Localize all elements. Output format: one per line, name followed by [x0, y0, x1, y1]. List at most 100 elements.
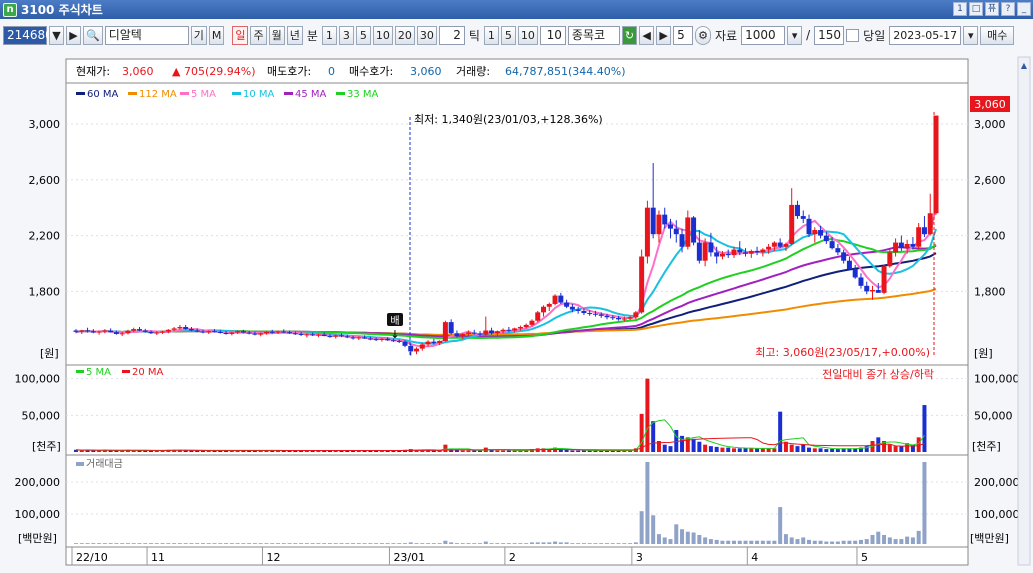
- help-icon[interactable]: ?: [1001, 2, 1015, 16]
- amt-bar-146: [916, 530, 921, 544]
- toolbar: 214680 ▼ ▶ 🔍 디알텍 기 M 일 주 월 년 분 1 3 5 10 …: [0, 22, 1033, 48]
- prev-arrow-icon[interactable]: ◀: [639, 25, 655, 45]
- tick-5[interactable]: 5: [500, 25, 516, 45]
- minute-30[interactable]: 30: [416, 25, 437, 45]
- period-week[interactable]: 주: [250, 25, 267, 45]
- amt-bar-17: [172, 543, 177, 544]
- step-input[interactable]: 5: [673, 25, 694, 45]
- period-day[interactable]: 일: [232, 25, 249, 45]
- amt-bar-4: [97, 543, 102, 544]
- minimize-icon[interactable]: _: [1017, 2, 1031, 16]
- tick-custom-input[interactable]: 10: [539, 25, 566, 45]
- vol-bar-74: [501, 450, 506, 452]
- amt-bar-48: [351, 543, 356, 544]
- amt-bar-39: [299, 543, 304, 544]
- minute-custom-input[interactable]: 2: [438, 25, 465, 45]
- vol-tick-right-0: 100,000: [974, 373, 1020, 386]
- amt-bar-145: [910, 537, 915, 544]
- minute-5[interactable]: 5: [355, 25, 371, 45]
- count-select[interactable]: 1000: [741, 25, 786, 45]
- candle-body-23: [206, 331, 212, 333]
- scrollbar[interactable]: [1017, 56, 1031, 566]
- restore-icon[interactable]: □: [969, 2, 983, 16]
- candle-body-84: [558, 295, 564, 303]
- vol-bar-120: [766, 448, 771, 452]
- app-icon: n: [3, 2, 17, 17]
- x-tick-label-0: 22/10: [76, 551, 108, 564]
- tick-10[interactable]: 10: [517, 25, 538, 45]
- badge-text: 배: [390, 315, 399, 327]
- amt-bar-40: [304, 543, 309, 544]
- candle-body-61: [425, 341, 431, 345]
- amt-bar-102: [662, 537, 667, 544]
- window-btn-1[interactable]: 1: [953, 2, 967, 16]
- m-button[interactable]: M: [208, 25, 225, 45]
- stock-code-input[interactable]: 214680: [3, 25, 53, 45]
- settings-icon[interactable]: ⚙: [695, 25, 712, 45]
- next-icon[interactable]: ▶: [66, 25, 81, 45]
- amt-bar-124: [789, 537, 794, 544]
- candle-body-147: [921, 227, 927, 235]
- minute-20[interactable]: 20: [394, 25, 415, 45]
- candle-body-137: [864, 285, 870, 292]
- candle-body-39: [298, 333, 304, 335]
- bid-label: 매수호가:: [349, 65, 393, 78]
- pin-icon[interactable]: 퓨: [985, 2, 999, 16]
- period-month[interactable]: 월: [268, 25, 285, 45]
- candle-body-126: [800, 216, 806, 219]
- amt-bar-60: [420, 543, 425, 544]
- date-dropdown-icon[interactable]: ▾: [963, 25, 979, 45]
- candle-body-116: [743, 252, 749, 254]
- stock-chart[interactable]: 현재가: 3,060 ▲ 705(29.94%) 매도호가: 0 매수호가: 3…: [0, 52, 1033, 570]
- amt-bar-78: [524, 543, 529, 544]
- vol-bar-3: [91, 450, 96, 452]
- vol-bar-73: [495, 450, 500, 452]
- period-year[interactable]: 년: [286, 25, 303, 45]
- price-tick-left-2: 2,200: [29, 230, 61, 243]
- candle-body-53: [379, 338, 385, 340]
- vol-bar-107: [691, 438, 696, 452]
- amt-bar-107: [691, 532, 696, 544]
- amt-bar-24: [212, 543, 217, 544]
- candle-body-65: [448, 322, 454, 334]
- change-value: 705(29.94%): [184, 65, 256, 78]
- candle-body-34: [269, 331, 275, 333]
- amt-bar-80: [535, 542, 540, 544]
- title-bar: n 3100 주식차트 1 □ 퓨 ? _: [0, 0, 1033, 19]
- amt-bar-99: [645, 462, 650, 544]
- date-input[interactable]: 2023-05-17: [889, 25, 962, 45]
- amt-bar-109: [703, 537, 708, 544]
- tick-1[interactable]: 1: [483, 25, 499, 45]
- candle-body-38: [292, 333, 298, 335]
- candle-body-25: [217, 331, 223, 333]
- vol-bar-121: [772, 448, 777, 452]
- gi-button[interactable]: 기: [190, 25, 207, 45]
- x-tick-label-5: 3: [636, 551, 643, 564]
- count-dropdown-icon[interactable]: ▾: [787, 25, 803, 45]
- amt-tick-right-1: 100,000: [974, 508, 1020, 521]
- amt-bar-106: [685, 531, 690, 544]
- price-unit-right: [원]: [974, 347, 993, 360]
- amt-bar-51: [368, 543, 373, 544]
- minute-3[interactable]: 3: [338, 25, 354, 45]
- candle-body-69: [471, 332, 477, 334]
- amt-bar-90: [593, 543, 598, 544]
- buy-button[interactable]: 매수: [980, 25, 1015, 45]
- candle-body-31: [252, 333, 258, 335]
- vol-bar-86: [570, 450, 575, 452]
- search-icon[interactable]: 🔍: [83, 25, 103, 45]
- amt-bar-81: [541, 542, 546, 544]
- legend-swatch-0: [76, 92, 85, 95]
- minute-1[interactable]: 1: [321, 25, 337, 45]
- vol-bar-132: [835, 449, 840, 452]
- today-checkbox[interactable]: [846, 28, 860, 42]
- amt-bar-36: [281, 543, 286, 544]
- candle-body-87: [575, 309, 581, 311]
- code-dropdown-icon[interactable]: ▼: [49, 25, 64, 45]
- next-arrow-icon[interactable]: ▶: [656, 25, 672, 45]
- amt-unit-left: [백만원]: [18, 532, 57, 545]
- minute-10[interactable]: 10: [372, 25, 393, 45]
- refresh-icon[interactable]: ↻: [621, 25, 638, 45]
- amt-bar-103: [668, 539, 673, 544]
- candle-body-81: [541, 306, 547, 313]
